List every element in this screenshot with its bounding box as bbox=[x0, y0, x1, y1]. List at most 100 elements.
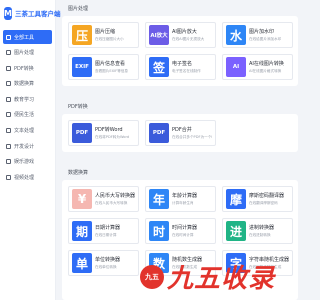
tool-text: 人民币大写转换器 在线人民币大写转换 bbox=[95, 192, 135, 206]
sidebar-item-games[interactable]: 娱乐游戏 bbox=[0, 155, 55, 169]
sidebar-item-education[interactable]: 教育学习 bbox=[0, 92, 55, 106]
tool-card[interactable]: AI放大 AI图片放大 在线AI图片无损放大 bbox=[145, 22, 216, 48]
tool-title: PDF合并 bbox=[172, 127, 192, 133]
tool-description: AI在线图片格式转换 bbox=[249, 69, 282, 73]
tool-text: AI图片放大 在线AI图片无损放大 bbox=[172, 28, 204, 42]
tool-description: 在线时间计算 bbox=[172, 233, 194, 237]
sidebar-item-all-tools[interactable]: 全部工具 bbox=[3, 30, 52, 44]
sidebar-item-text[interactable]: 文本处理 bbox=[0, 124, 55, 138]
tool-text: 电子签名 电子签名在线制作 bbox=[172, 60, 201, 74]
tool-icon: 水 bbox=[226, 25, 246, 45]
sidebar-item-label: 娱乐游戏 bbox=[14, 159, 35, 166]
app-title: 三茶工具客户端 bbox=[14, 10, 61, 18]
grid-icon bbox=[6, 34, 11, 40]
tool-title: 人民币大写转换器 bbox=[95, 193, 135, 199]
sidebar-item-label: 文本处理 bbox=[14, 128, 35, 135]
tool-icon: EXIF bbox=[72, 57, 92, 77]
section-title-pdf: PDF转换 bbox=[68, 104, 88, 110]
section-title-image: 图片处理 bbox=[68, 6, 89, 12]
tool-icon: 时 bbox=[149, 221, 169, 241]
tool-text: 日期计算器在线日期计算 bbox=[95, 224, 120, 238]
sidebar-item-label: 全部工具 bbox=[14, 34, 35, 41]
tool-description: 计算年龄生肖 bbox=[172, 201, 194, 205]
tool-card[interactable]: 年年龄计算器 计算年龄生肖 bbox=[145, 186, 216, 212]
tool-card[interactable]: PDF PDF转Word 在线将PDF转为Word bbox=[68, 120, 139, 146]
sidebar-item-image[interactable]: 图片处理 bbox=[0, 46, 55, 60]
tool-text: 单位转换器 在线单位转换 bbox=[95, 256, 120, 270]
tool-card[interactable]: ¥ 人民币大写转换器 在线人民币大写转换 bbox=[68, 186, 139, 212]
sidebar-item-label: 便民生活 bbox=[14, 112, 35, 119]
sidebar-item-video[interactable]: 视频处理 bbox=[0, 170, 55, 184]
app-logo[interactable]: M 三茶工具客户端 bbox=[0, 0, 60, 24]
tool-title: 图片压缩 bbox=[95, 29, 116, 35]
tool-icon: PDF bbox=[149, 123, 169, 143]
tool-card[interactable]: AI AI在线图片转换 AI在线图片格式转换 bbox=[222, 54, 293, 80]
tool-description: 在线AI图片无损放大 bbox=[172, 37, 205, 41]
section-title-data: 数据换算 bbox=[68, 170, 89, 176]
watermark: 九五 九五收录 bbox=[140, 258, 275, 295]
tool-text: 时间计算器在线时间计算 bbox=[172, 224, 197, 238]
tool-icon: 进 bbox=[226, 221, 246, 241]
tool-card[interactable]: EXIF 图片信息查看 查看图片EXIF等信息 bbox=[68, 54, 139, 80]
tool-title: 进制转换器 bbox=[249, 225, 275, 231]
tool-card[interactable]: 水图片加水印在线给图片添加水印 bbox=[222, 22, 293, 48]
tool-title: 年龄计算器 bbox=[172, 193, 198, 199]
tool-title: AI在线图片转换 bbox=[249, 61, 284, 67]
sidebar-item-label: PDF转换 bbox=[14, 65, 34, 72]
section-pdf: PDF PDF转Word 在线将PDF转为Word PDF PDF合并 在线合并多个PDF… bbox=[62, 114, 298, 152]
sidebar-item-label: 开发设计 bbox=[14, 143, 35, 150]
tool-card[interactable]: 进进制转换器 在线进制转换 bbox=[222, 218, 293, 244]
tool-card[interactable]: 压图片压缩 在线压缩图片大小 bbox=[68, 22, 139, 48]
tool-title: 单位转换器 bbox=[95, 257, 121, 263]
book-icon bbox=[6, 96, 11, 102]
tool-icon: 摩 bbox=[226, 189, 246, 209]
sidebar-item-data[interactable]: 数据换算 bbox=[0, 77, 55, 91]
tool-text: AI在线图片转换 AI在线图片格式转换 bbox=[249, 60, 284, 74]
tool-card[interactable]: 摩摩斯密码翻译器 在线翻译摩斯密码 bbox=[222, 186, 293, 212]
tool-icon: PDF bbox=[72, 123, 92, 143]
tool-text: PDF转Word 在线将PDF转为Word bbox=[95, 126, 129, 140]
logo-icon: M bbox=[4, 6, 12, 20]
sidebar-item-label: 视频处理 bbox=[14, 174, 35, 181]
tool-icon: 期 bbox=[72, 221, 92, 241]
watermark-logo: 九五 bbox=[140, 264, 164, 289]
sidebar-item-dev[interactable]: 开发设计 bbox=[0, 139, 55, 153]
tool-card[interactable]: PDFPDF合并在线合并多个PDF为一个PDF bbox=[145, 120, 216, 146]
text-icon bbox=[6, 128, 11, 134]
sidebar-item-label: 数据换算 bbox=[14, 81, 35, 88]
tool-icon: 单 bbox=[72, 253, 92, 273]
tool-icon: ¥ bbox=[72, 189, 92, 209]
tool-icon: 压 bbox=[72, 25, 92, 45]
code-icon bbox=[6, 143, 11, 149]
tool-text: PDF合并在线合并多个PDF为一个PDF bbox=[172, 126, 212, 140]
tool-title: 时间计算器 bbox=[172, 225, 198, 231]
sidebar-item-life[interactable]: 便民生活 bbox=[0, 108, 55, 122]
pdf-icon bbox=[6, 65, 11, 71]
tool-description: 在线给图片添加水印 bbox=[249, 37, 282, 41]
tool-text: 摩斯密码翻译器 在线翻译摩斯密码 bbox=[249, 192, 284, 206]
sidebar-nav: 全部工具 图片处理 PDF转换 数据换算 教育学习 便民生活 文本处理 开发设计… bbox=[0, 30, 55, 184]
tool-card[interactable]: 期日期计算器在线日期计算 bbox=[68, 218, 139, 244]
sidebar-item-label: 教育学习 bbox=[14, 96, 35, 103]
tool-title: 日期计算器 bbox=[95, 225, 121, 231]
tool-title: PDF转Word bbox=[95, 127, 123, 133]
tool-title: 图片加水印 bbox=[249, 29, 275, 35]
sidebar-item-pdf[interactable]: PDF转换 bbox=[0, 61, 55, 75]
tool-card[interactable]: 单单位转换器 在线单位转换 bbox=[68, 250, 139, 276]
tool-text: 年龄计算器计算年龄生肖 bbox=[172, 192, 197, 206]
tool-text: 进制转换器 在线进制转换 bbox=[249, 224, 274, 238]
tool-card[interactable]: 签电子签名 电子签名在线制作 bbox=[145, 54, 216, 80]
tool-icon: 签 bbox=[149, 57, 169, 77]
tool-text: 图片加水印在线给图片添加水印 bbox=[249, 28, 281, 42]
tool-description: 查看图片EXIF等信息 bbox=[95, 69, 129, 73]
calculator-icon bbox=[6, 81, 11, 87]
main-content: 图片处理 压图片压缩 在线压缩图片大小 AI放大 AI图片放大 在线AI图片无损放大水图… bbox=[59, 0, 300, 300]
tool-description: 在线日期计算 bbox=[95, 233, 117, 237]
tool-title: 摩斯密码翻译器 bbox=[249, 193, 285, 199]
watermark-text: 九五收录 bbox=[167, 264, 276, 294]
tool-card[interactable]: 时时间计算器在线时间计算 bbox=[145, 218, 216, 244]
home-icon bbox=[6, 112, 11, 118]
tool-description: 电子签名在线制作 bbox=[172, 69, 201, 73]
tool-icon: AI放大 bbox=[149, 25, 169, 45]
sidebar: M 三茶工具客户端 全部工具 图片处理 PDF转换 数据换算 教育学习 便民生活… bbox=[0, 0, 60, 300]
